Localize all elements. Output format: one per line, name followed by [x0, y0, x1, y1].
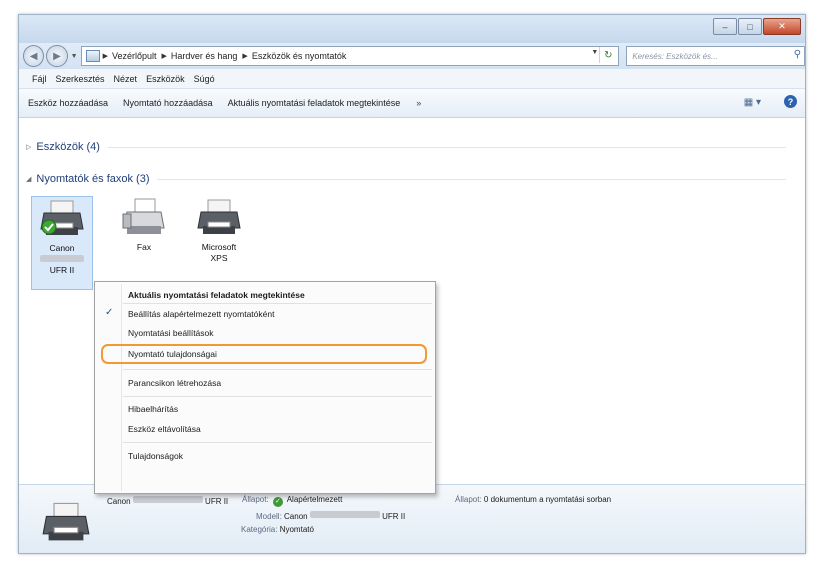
menu-tools[interactable]: Eszközök: [146, 74, 185, 84]
search-icon[interactable]: ⚲: [794, 49, 801, 60]
redacted-model-text: [132, 496, 203, 503]
details-category: Kategória: Nyomtató: [241, 525, 314, 534]
more-commands-button[interactable]: »: [416, 98, 421, 108]
printer-large-icon: [42, 502, 90, 541]
details-name-prefix: Canon: [107, 497, 131, 506]
breadcrumb-control-panel[interactable]: Vezérlőpult: [112, 51, 157, 61]
see-print-jobs-button[interactable]: Aktuális nyomtatási feladatok megtekinté…: [228, 98, 401, 108]
forward-arrow-icon: ▶: [53, 50, 61, 62]
fax-icon: [122, 198, 165, 234]
details-queue-label: Állapot:: [455, 495, 482, 504]
menu-item-properties[interactable]: Tulajdonságok: [128, 451, 183, 461]
printer-microsoft-name: Microsoft: [201, 242, 237, 252]
minimize-button[interactable]: –: [713, 18, 737, 35]
details-model-suffix: UFR II: [382, 512, 406, 521]
title-bar: – □ ✕: [19, 15, 805, 43]
printer-default-icon: [40, 200, 84, 235]
menu-separator: [123, 303, 432, 304]
details-model-label: Modell:: [256, 512, 282, 521]
breadcrumb-devices-and-printers[interactable]: Eszközök és nyomtatók: [252, 51, 347, 61]
menu-view[interactable]: Nézet: [114, 74, 138, 84]
back-button[interactable]: ◀: [23, 45, 45, 67]
control-panel-icon: [85, 50, 100, 62]
menu-bar: Fájl Szerkesztés Nézet Eszközök Súgó: [19, 69, 805, 89]
forward-button[interactable]: ▶: [46, 45, 68, 67]
chevron-right-icon[interactable]: ▶: [103, 52, 108, 60]
close-button[interactable]: ✕: [763, 18, 801, 35]
check-icon: ✓: [105, 307, 114, 318]
help-icon[interactable]: ?: [784, 95, 797, 108]
details-status-label: Állapot:: [242, 495, 269, 504]
context-menu: Aktuális nyomtatási feladatok megtekinté…: [94, 281, 436, 494]
group-divider: [157, 178, 786, 180]
menu-item-see-print-jobs[interactable]: Aktuális nyomtatási feladatok megtekinté…: [128, 290, 305, 300]
details-printer-name: Canon UFR II: [107, 495, 228, 506]
printer-microsoft-sub: XPS: [210, 253, 228, 263]
back-arrow-icon: ◀: [29, 50, 38, 62]
change-view-icon[interactable]: ▦ ▾: [744, 97, 761, 108]
default-check-icon: ✓: [272, 497, 283, 507]
menu-separator: [123, 442, 432, 443]
printer-icon: [197, 199, 241, 234]
search-input[interactable]: Keresés: Eszközök és... ⚲: [626, 46, 805, 66]
details-queue: Állapot: 0 dokumentum a nyomtatási sorba…: [455, 495, 611, 504]
details-queue-value: 0 dokumentum a nyomtatási sorban: [483, 495, 612, 504]
details-model: Modell: Canon UFR II: [256, 510, 405, 521]
printer-canon-name: Canon: [49, 243, 75, 253]
menu-file[interactable]: Fájl: [32, 74, 47, 84]
add-device-button[interactable]: Eszköz hozzáadása: [28, 98, 108, 108]
command-bar: Eszköz hozzáadása Nyomtató hozzáadása Ak…: [19, 89, 805, 118]
menu-separator: [123, 369, 432, 370]
group-devices-label: Eszközök (4): [36, 141, 100, 153]
printer-canon-sub: UFR II: [49, 265, 75, 275]
menu-edit[interactable]: Szerkesztés: [56, 74, 105, 84]
details-pane: Canon UFR II Állapot: ✓ Alapértelmezett …: [19, 484, 805, 553]
chevron-right-icon[interactable]: ▶: [242, 52, 247, 60]
group-printers-label: Nyomtatók és faxok (3): [36, 173, 150, 185]
details-category-label: Kategória:: [241, 525, 278, 534]
menu-item-printer-properties[interactable]: Nyomtató tulajdonságai: [128, 349, 217, 359]
menu-item-create-shortcut[interactable]: Parancsikon létrehozása: [128, 378, 221, 388]
printer-item-fax[interactable]: Fax: [114, 196, 174, 266]
menu-help[interactable]: Súgó: [194, 74, 215, 84]
group-divider: [107, 146, 786, 148]
group-devices[interactable]: ▷ Eszközök (4): [26, 141, 786, 153]
add-printer-button[interactable]: Nyomtató hozzáadása: [123, 98, 213, 108]
redacted-model-text: [40, 255, 84, 262]
menu-item-remove-device[interactable]: Eszköz eltávolítása: [128, 424, 201, 434]
expand-triangle-icon[interactable]: ▷: [26, 143, 31, 151]
details-category-value: Nyomtató: [279, 525, 314, 534]
printer-item-canon[interactable]: Canon UFR II: [31, 196, 93, 290]
menu-separator: [123, 396, 432, 397]
address-row: ◀ ▶ ▼ ▶ Vezérlőpult ▶ Hardver és hang ▶ …: [19, 43, 805, 69]
refresh-icon[interactable]: ↻: [599, 47, 616, 63]
details-name-suffix: UFR II: [205, 497, 229, 506]
printer-item-microsoft-xps[interactable]: Microsoft XPS: [189, 196, 249, 276]
address-bar[interactable]: ▶ Vezérlőpult ▶ Hardver és hang ▶ Eszköz…: [80, 46, 620, 66]
maximize-button[interactable]: □: [738, 18, 762, 35]
details-model-prefix: Canon: [284, 512, 308, 521]
menu-item-printing-preferences[interactable]: Nyomtatási beállítások: [128, 328, 214, 338]
redacted-model-text: [309, 511, 380, 518]
details-status-value: Alapértelmezett: [286, 495, 343, 504]
menu-gutter: [121, 284, 122, 491]
menu-item-troubleshoot[interactable]: Hibaelhárítás: [128, 404, 178, 414]
group-printers[interactable]: ◢ Nyomtatók és faxok (3): [26, 173, 786, 185]
details-status: Állapot: ✓ Alapértelmezett: [242, 495, 342, 507]
devices-and-printers-window: – □ ✕ ◀ ▶ ▼ ▶ Vezérlőpult ▶ Hardver és h…: [18, 14, 806, 554]
chevron-right-icon[interactable]: ▶: [161, 52, 166, 60]
window-controls: – □ ✕: [712, 18, 801, 35]
address-dropdown-icon[interactable]: ▼: [591, 49, 598, 56]
recent-pages-dropdown[interactable]: ▼: [71, 53, 78, 60]
search-placeholder: Keresés: Eszközök és...: [632, 51, 718, 61]
printer-fax-name: Fax: [136, 242, 152, 252]
collapse-triangle-icon[interactable]: ◢: [26, 175, 31, 183]
breadcrumb-hardware-and-sound[interactable]: Hardver és hang: [171, 51, 238, 61]
menu-item-set-default[interactable]: Beállítás alapértelmezett nyomtatóként: [128, 309, 274, 319]
